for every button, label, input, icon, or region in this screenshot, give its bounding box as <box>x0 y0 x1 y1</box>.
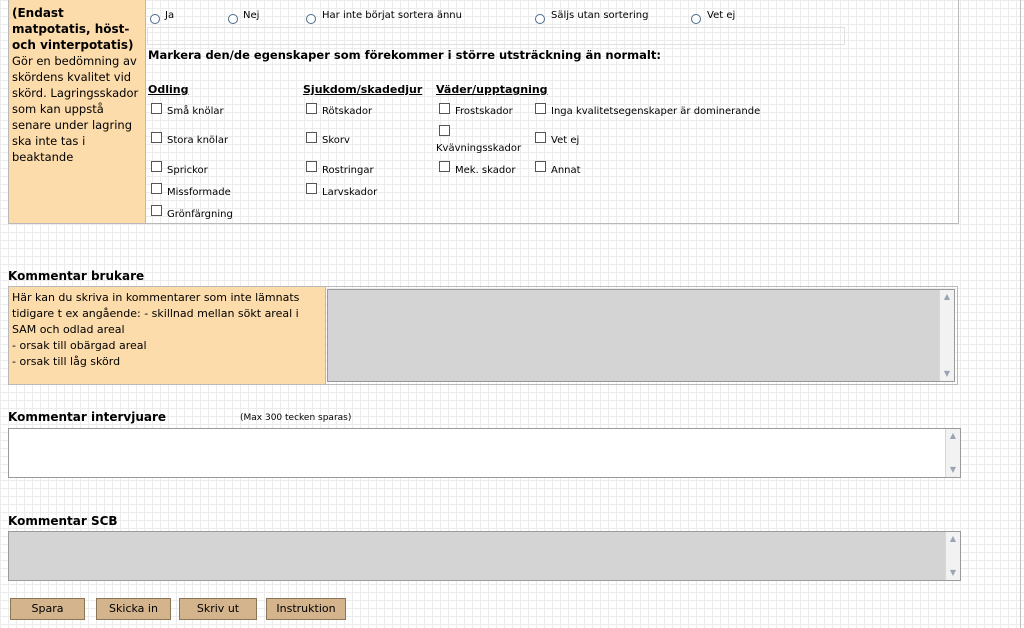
label-missformade: Missformade <box>167 187 231 198</box>
kommentar-intervjuare-note: (Max 300 tecken sparas) <box>240 413 352 423</box>
radio-icon[interactable] <box>228 14 238 24</box>
label-rotskador: Rötskador <box>322 106 373 117</box>
checkbox-vet-ej[interactable] <box>535 132 546 143</box>
checkbox-annat[interactable] <box>535 161 546 172</box>
label-stora-knolar: Stora knölar <box>167 135 229 146</box>
skicka-in-button[interactable]: Skicka in <box>96 598 171 620</box>
checkbox-sprickor[interactable] <box>151 161 162 172</box>
checkbox-gronfargning[interactable] <box>151 205 162 216</box>
label-sma-knolar: Små knölar <box>167 106 224 117</box>
label-mek-skador: Mek. skador <box>455 165 516 176</box>
label-frostskador: Frostskador <box>455 106 513 117</box>
column-odling-title: Odling <box>148 83 189 96</box>
checkbox-missformade[interactable] <box>151 183 162 194</box>
label-annat: Annat <box>551 165 581 176</box>
brukare-scrollbar[interactable]: ▲ ▼ <box>939 290 954 381</box>
checkbox-kvavningsskador[interactable] <box>439 125 450 136</box>
label-rostringar: Rostringar <box>322 165 374 176</box>
quality-help-title: (Endast matpotatis, höst- och vinterpota… <box>12 6 134 52</box>
quality-section: (Endast matpotatis, höst- och vinterpota… <box>8 0 959 224</box>
radio-ja[interactable] <box>150 9 160 28</box>
radio-icon[interactable] <box>150 14 160 24</box>
sorting-radio-group: Ja Nej Har inte börjat sortera ännu Sälj… <box>150 8 850 24</box>
label-sprickor: Sprickor <box>167 165 208 176</box>
skriv-ut-button[interactable]: Skriv ut <box>179 598 257 620</box>
radio-saljs-utan-sortering[interactable] <box>535 9 545 28</box>
radio-vet-ej[interactable] <box>691 9 701 28</box>
quality-instruction: Markera den/de egenskaper som förekommer… <box>148 48 661 62</box>
checkbox-larvskador[interactable] <box>306 183 317 194</box>
scroll-up-arrow-icon[interactable]: ▲ <box>947 533 959 545</box>
spara-button[interactable]: Spara <box>10 598 85 620</box>
checkbox-rostringar[interactable] <box>306 161 317 172</box>
checkbox-mek-skador[interactable] <box>439 161 450 172</box>
label-larvskador: Larvskador <box>322 187 378 198</box>
radio-icon[interactable] <box>535 14 545 24</box>
label-gronfargning: Grönfärgning <box>167 209 233 220</box>
radio-vet-ej-label: Vet ej <box>707 10 736 21</box>
kommentar-intervjuare-title: Kommentar intervjuare <box>8 410 167 424</box>
label-kvavningsskador: Kvävningsskador <box>436 143 522 154</box>
label-vet-ej: Vet ej <box>551 135 580 146</box>
kommentar-scb-textarea[interactable]: ▲ ▼ <box>8 531 961 581</box>
checkbox-sma-knolar[interactable] <box>151 103 162 114</box>
checkbox-frostskador[interactable] <box>439 103 450 114</box>
checkbox-rotskador[interactable] <box>306 103 317 114</box>
scroll-up-arrow-icon[interactable]: ▲ <box>947 430 959 442</box>
scroll-up-arrow-icon[interactable]: ▲ <box>941 291 953 303</box>
radio-nej[interactable] <box>228 9 238 28</box>
scroll-down-arrow-icon[interactable]: ▼ <box>947 567 959 579</box>
brukare-help-line-3: - orsak till låg skörd <box>12 355 121 368</box>
radio-har-inte-borjat[interactable] <box>306 9 316 28</box>
brukare-help-line-1: Här kan du skriva in kommentarer som int… <box>12 291 300 336</box>
radio-row-spacer <box>147 27 845 45</box>
kommentar-brukare-help: Här kan du skriva in kommentarer som int… <box>9 287 326 384</box>
kommentar-brukare-title: Kommentar brukare <box>8 269 145 283</box>
brukare-help-line-2: - orsak till obärgad areal <box>12 339 147 352</box>
page-edge-divider <box>1020 0 1021 628</box>
scroll-down-arrow-icon[interactable]: ▼ <box>947 464 959 476</box>
radio-nej-label: Nej <box>243 10 260 21</box>
intervjuare-scrollbar[interactable]: ▲ ▼ <box>945 429 960 477</box>
radio-ja-label: Ja <box>165 10 175 21</box>
scb-scrollbar[interactable]: ▲ ▼ <box>945 532 960 580</box>
radio-saljs-utan-sortering-label: Säljs utan sortering <box>551 10 649 21</box>
radio-icon[interactable] <box>306 14 316 24</box>
scroll-down-arrow-icon[interactable]: ▼ <box>941 368 953 380</box>
checkbox-stora-knolar[interactable] <box>151 132 162 143</box>
kommentar-scb-title: Kommentar SCB <box>8 514 118 528</box>
radio-har-inte-borjat-label: Har inte börjat sortera ännu <box>322 10 462 21</box>
kommentar-brukare-textarea[interactable]: ▲ ▼ <box>327 289 955 382</box>
label-inga-dominerande: Inga kvalitetsegenskaper är dominerande <box>551 106 761 117</box>
checkbox-skorv[interactable] <box>306 132 317 143</box>
column-vader-title: Väder/upptagning <box>436 83 548 96</box>
kommentar-brukare-section: Här kan du skriva in kommentarer som int… <box>8 286 958 385</box>
instruktion-button[interactable]: Instruktion <box>266 598 346 620</box>
quality-help-text: Gör en bedömning av skördens kvalitet vi… <box>12 54 139 164</box>
quality-help-panel: (Endast matpotatis, höst- och vinterpota… <box>9 0 146 223</box>
label-skorv: Skorv <box>322 135 350 146</box>
radio-icon[interactable] <box>691 14 701 24</box>
checkbox-inga-dominerande[interactable] <box>535 103 546 114</box>
kommentar-intervjuare-textarea[interactable]: ▲ ▼ <box>8 428 961 478</box>
column-sjukdom-title: Sjukdom/skadedjur <box>303 83 423 96</box>
